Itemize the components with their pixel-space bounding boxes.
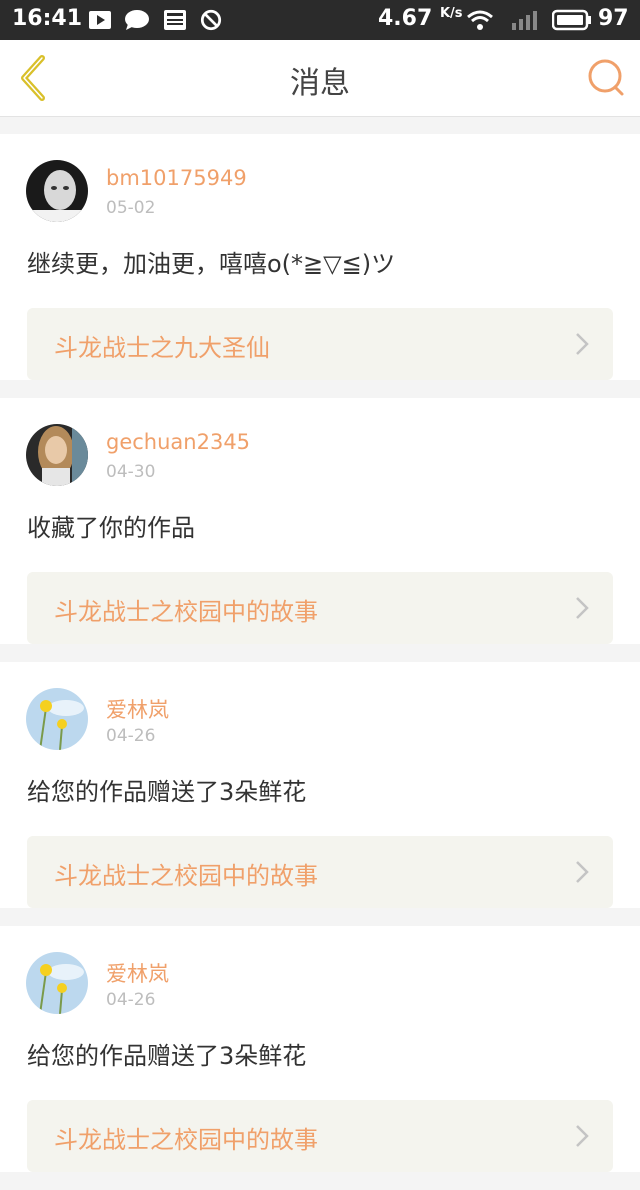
news-icon [164, 10, 186, 30]
work-title: 斗龙战士之校园中的故事 [54, 862, 318, 890]
message-date: 04-26 [106, 726, 156, 746]
work-link[interactable]: 斗龙战士之校园中的故事 [27, 1100, 613, 1172]
chevron-right-icon [576, 1125, 589, 1147]
search-icon[interactable] [584, 56, 628, 100]
chat-icon [125, 10, 149, 30]
battery-icon [552, 9, 591, 31]
video-icon [89, 11, 111, 29]
chevron-right-icon [576, 861, 589, 883]
blocked-icon [200, 9, 222, 31]
page-title: 消息 [290, 66, 350, 101]
work-title: 斗龙战士之校园中的故事 [54, 598, 318, 626]
chevron-right-icon [576, 597, 589, 619]
portrait-avatar-image [26, 424, 88, 486]
username[interactable]: bm10175949 [106, 166, 247, 190]
header-bar: 消息 [0, 40, 640, 117]
avatar[interactable] [26, 424, 88, 486]
battery-level: 97 [598, 6, 629, 31]
status-time: 16:41 [12, 6, 83, 31]
message-text: 给您的作品赠送了3朵鲜花 [27, 778, 307, 806]
chevron-right-icon [576, 333, 589, 355]
message-list: bm10175949 05-02 继续更，加油更，嘻嘻o(*≧▽≦)ツ 斗龙战士… [0, 134, 640, 1190]
avatar[interactable] [26, 688, 88, 750]
username[interactable]: gechuan2345 [106, 430, 250, 454]
message-text: 继续更，加油更，嘻嘻o(*≧▽≦)ツ [27, 250, 396, 278]
message-date: 04-30 [106, 462, 156, 482]
network-speed: 4.67 K/s [378, 6, 463, 31]
message-date: 05-02 [106, 198, 156, 218]
work-link[interactable]: 斗龙战士之校园中的故事 [27, 836, 613, 908]
message-date: 04-26 [106, 990, 156, 1010]
avatar[interactable] [26, 160, 88, 222]
wifi-icon [467, 10, 493, 30]
flower-avatar-image [26, 952, 88, 1014]
flower-avatar-image [26, 688, 88, 750]
message-card: gechuan2345 04-30 收藏了你的作品 斗龙战士之校园中的故事 [0, 398, 640, 644]
message-card: 爱林岚 04-26 给您的作品赠送了3朵鲜花 斗龙战士之校园中的故事 [0, 662, 640, 908]
message-text: 给您的作品赠送了3朵鲜花 [27, 1042, 307, 1070]
message-text: 收藏了你的作品 [27, 514, 195, 542]
status-bar: 16:41 4.67 K/s 97 [0, 0, 640, 40]
avatar[interactable] [26, 952, 88, 1014]
signal-icon [512, 11, 537, 30]
work-link[interactable]: 斗龙战士之校园中的故事 [27, 572, 613, 644]
work-title: 斗龙战士之九大圣仙 [54, 334, 270, 362]
username[interactable]: 爱林岚 [106, 694, 169, 724]
bw-avatar-image [26, 160, 88, 222]
username[interactable]: 爱林岚 [106, 958, 169, 988]
message-card: bm10175949 05-02 继续更，加油更，嘻嘻o(*≧▽≦)ツ 斗龙战士… [0, 134, 640, 380]
work-link[interactable]: 斗龙战士之九大圣仙 [27, 308, 613, 380]
message-card: 爱林岚 04-26 给您的作品赠送了3朵鲜花 斗龙战士之校园中的故事 [0, 926, 640, 1172]
